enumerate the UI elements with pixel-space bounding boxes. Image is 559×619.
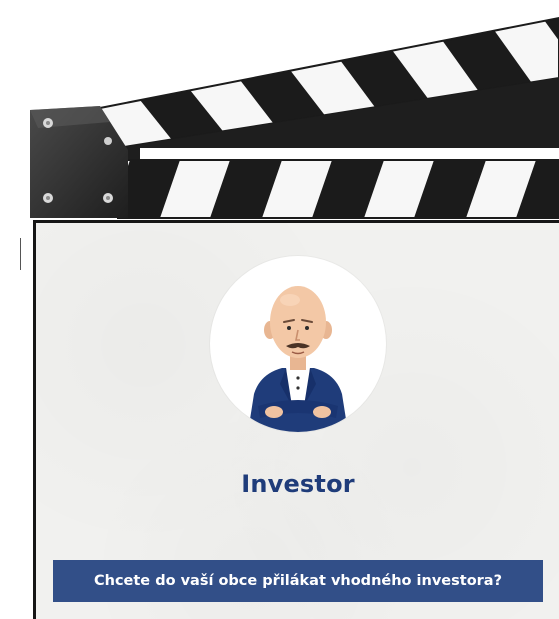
clapperboard-icon bbox=[30, 16, 559, 219]
investor-avatar-icon bbox=[210, 256, 386, 432]
card-title: Investor bbox=[241, 470, 355, 498]
tagline-banner[interactable]: Chcete do vaší obce přilákat vhodného in… bbox=[53, 560, 543, 602]
clapperboard-card: Investor Chcete do vaší obce přilákat vh… bbox=[0, 0, 559, 619]
text-cursor-mark bbox=[20, 238, 21, 270]
